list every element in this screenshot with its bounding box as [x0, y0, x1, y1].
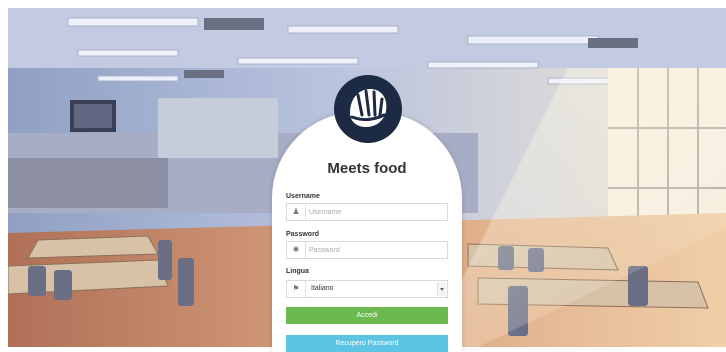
flag-icon: ⚑ [287, 281, 306, 297]
chevron-down-icon[interactable] [437, 282, 446, 296]
language-value: Italiano [311, 285, 334, 292]
username-input[interactable] [309, 206, 439, 218]
password-field-wrapper: ✱ [286, 241, 448, 259]
language-label: Lingua [286, 268, 309, 275]
asterisk-icon: ✱ [287, 242, 306, 258]
user-icon: ♟ [287, 204, 306, 220]
username-label: Username [286, 193, 320, 200]
page-title: Meets food [327, 160, 407, 177]
recover-password-button[interactable]: Recupero Password [286, 335, 448, 352]
username-field-wrapper: ♟ [286, 203, 448, 221]
hand-logo-icon [332, 73, 404, 145]
language-select[interactable]: ⚑ Italiano [286, 280, 448, 298]
password-input[interactable] [309, 244, 439, 256]
login-button[interactable]: Accedi [286, 307, 448, 324]
password-label: Password [286, 231, 320, 238]
